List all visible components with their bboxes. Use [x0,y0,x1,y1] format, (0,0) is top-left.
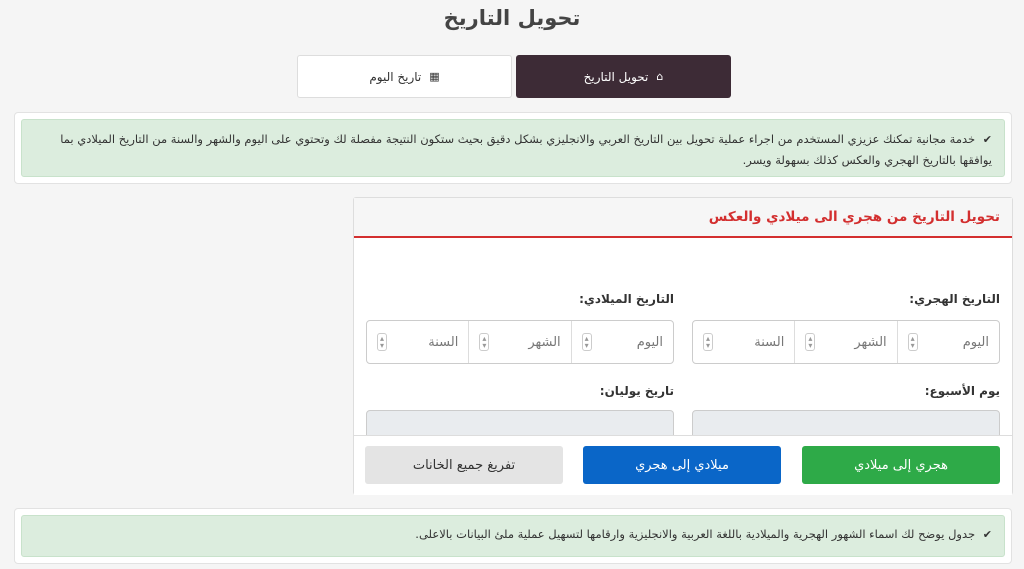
gregorian-year-input[interactable]: السنة ▴ ▾ [367,321,468,363]
gregorian-to-hijri-button[interactable]: ميلادي إلى هجري [583,446,781,484]
intro-text: خدمة مجانية تمكنك عزيزي المستخدم من اجرا… [60,132,992,167]
page-title: تحويل التاريخ [443,6,581,30]
weekday-label: يوم الأسبوع: [924,384,1000,398]
gregorian-day-placeholder: اليوم [636,334,663,350]
gregorian-month-spinner-icon[interactable]: ▴ ▾ [479,333,490,351]
hijri-day-spinner-icon[interactable]: ▴ ▾ [907,333,918,351]
gregorian-year-placeholder: السنة [428,334,459,350]
converter-panel: تحويل التاريخ من هجري الى ميلادي والعكس … [353,197,1013,495]
gregorian-day-input[interactable]: اليوم ▴ ▾ [570,321,673,363]
intro-box: ✔ خدمة مجانية تمكنك عزيزي المستخدم من اج… [14,112,1012,184]
hijri-month-input[interactable]: الشهر ▴ ▾ [794,321,896,363]
note-box: ✔ جدول يوضح لك اسماء الشهور الهجرية والم… [14,508,1012,564]
gregorian-day-spinner-icon[interactable]: ▴ ▾ [581,333,592,351]
calendar-icon: ▦ [429,70,440,83]
hijri-month-spinner-icon[interactable]: ▴ ▾ [805,333,816,351]
gregorian-label: التاريخ الميلادي: [579,292,674,306]
note-alert: ✔ جدول يوضح لك اسماء الشهور الهجرية والم… [21,515,1005,557]
home-icon: ⌂ [656,70,664,83]
converter-title: تحويل التاريخ من هجري الى ميلادي والعكس [354,198,1012,238]
gregorian-year-spinner-icon[interactable]: ▴ ▾ [377,333,388,351]
gregorian-date-group: اليوم ▴ ▾ الشهر ▴ ▾ السنة ▴ ▾ [366,320,674,364]
hijri-year-spinner-icon[interactable]: ▴ ▾ [703,333,714,351]
hijri-date-group: اليوم ▴ ▾ الشهر ▴ ▾ السنة ▴ ▾ [692,320,1000,364]
hijri-month-placeholder: الشهر [854,334,887,350]
julian-label: تاريخ يوليان: [599,384,674,398]
check-icon: ✔ [982,528,992,541]
hijri-day-placeholder: اليوم [962,334,989,350]
gregorian-month-placeholder: الشهر [528,334,561,350]
converter-actions: هجري إلى ميلادي ميلادي إلى هجري تفريغ جم… [354,435,1012,495]
tab-today-date-label: تاريخ اليوم [369,69,422,84]
check-icon: ✔ [982,133,992,146]
tab-convert-date[interactable]: ⌂ تحويل التاريخ [516,55,731,98]
tab-today-date[interactable]: ▦ تاريخ اليوم [297,55,512,98]
tab-bar: ⌂ تحويل التاريخ ▦ تاريخ اليوم [297,55,731,98]
hijri-year-placeholder: السنة [754,334,785,350]
note-text: جدول يوضح لك اسماء الشهور الهجرية والميل… [415,527,976,541]
hijri-day-input[interactable]: اليوم ▴ ▾ [896,321,999,363]
hijri-year-input[interactable]: السنة ▴ ▾ [693,321,794,363]
hijri-label: التاريخ الهجري: [909,292,1000,306]
intro-alert: ✔ خدمة مجانية تمكنك عزيزي المستخدم من اج… [21,119,1005,177]
tab-convert-date-label: تحويل التاريخ [583,69,649,84]
gregorian-month-input[interactable]: الشهر ▴ ▾ [468,321,570,363]
clear-all-button[interactable]: تفريغ جميع الخانات [365,446,563,484]
hijri-to-gregorian-button[interactable]: هجري إلى ميلادي [802,446,1000,484]
